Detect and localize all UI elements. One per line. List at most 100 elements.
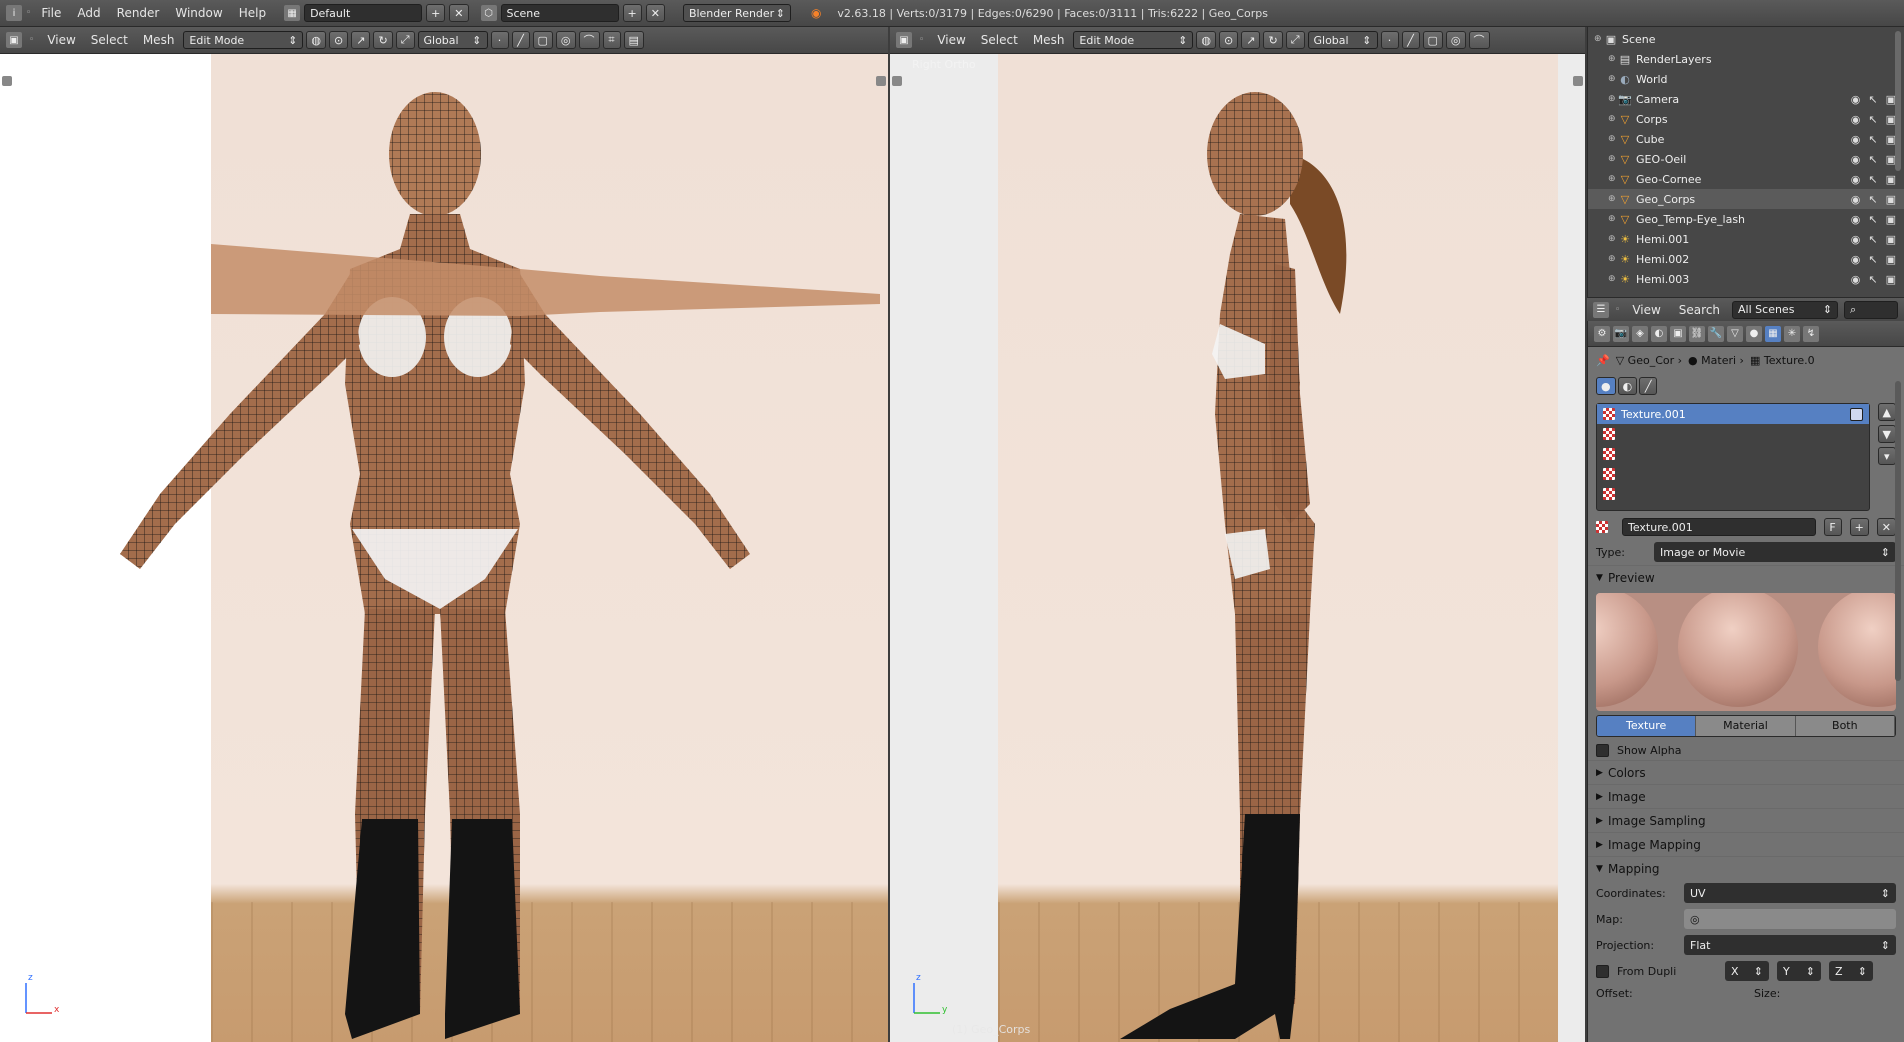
rotate-manipulator-button[interactable]: ↻ [373,31,393,49]
add-layout-button[interactable]: + [426,4,446,22]
texture-tab-icon[interactable]: ▦ [1765,325,1781,342]
from-dupli-checkbox[interactable] [1596,964,1609,978]
front-viewport[interactable]: z x [0,54,888,1042]
cursor-icon[interactable]: ↖ [1868,253,1877,266]
outliner-item[interactable]: ⊕ ▣ Scene [1588,29,1904,49]
pin-icon[interactable]: 📌 [1596,354,1610,367]
outliner-menu-search[interactable]: Search [1673,303,1726,317]
outliner-item[interactable]: ⊕ ☀ Hemi.002 ◉ ↖ ▣ [1588,249,1904,269]
region-toggle-icon[interactable] [876,76,886,86]
info-editor-icon[interactable]: i [6,5,22,21]
object-tab-icon[interactable]: ▣ [1670,325,1686,342]
edge-select-button[interactable]: ╱ [1401,31,1420,49]
eye-icon[interactable]: ◉ [1851,273,1861,286]
use-texture-checkbox[interactable] [1849,407,1863,421]
layout-field[interactable]: Default [304,4,423,22]
editor-type-icon[interactable]: ⚙ [1594,325,1610,342]
preview-texture-button[interactable]: Texture [1597,716,1697,736]
face-select-button[interactable]: ▢ [1422,31,1443,49]
move-slot-up-button[interactable]: ▲ [1877,403,1896,421]
editor-type-icon[interactable]: ▣ [6,32,22,48]
outliner-item[interactable]: ⊕ ▤ RenderLayers [1588,49,1904,69]
expand-toggle-icon[interactable]: ⊕ [1608,74,1618,84]
outliner-item[interactable]: ⊕ ▽ Geo-Cornee ◉ ↖ ▣ [1588,169,1904,189]
outliner-item[interactable]: ⊕ ▽ Cube ◉ ↖ ▣ [1588,129,1904,149]
scale-manipulator-button[interactable]: ⤢ [1285,31,1305,49]
eye-icon[interactable]: ◉ [1851,233,1861,246]
snap-button[interactable]: ⌗ [602,31,621,49]
uv-map-field[interactable]: ◎ [1684,909,1896,929]
texture-slot-5[interactable] [1597,484,1869,504]
render-icon[interactable]: ▣ [1886,273,1896,286]
constraints-tab-icon[interactable]: ⛓ [1689,325,1705,342]
outliner-item[interactable]: ⊕ ▽ GEO-Oeil ◉ ↖ ▣ [1588,149,1904,169]
coordinates-select[interactable]: UV ⇕ [1684,883,1896,903]
menu-select[interactable]: Select [85,33,134,47]
cursor-icon[interactable]: ↖ [1868,233,1877,246]
pivot-button[interactable]: ⊙ [329,31,349,49]
menu-file[interactable]: File [35,6,67,20]
expand-toggle-icon[interactable]: ⊕ [1608,174,1618,184]
expand-toggle-icon[interactable]: ⊕ [1608,214,1618,224]
render-icon[interactable]: ▣ [1886,193,1896,206]
outliner-item[interactable]: ⊕ ▽ Geo_Corps ◉ ↖ ▣ [1588,189,1904,209]
menu-window[interactable]: Window [169,6,228,20]
world-context-button[interactable]: ◐ [1617,377,1638,395]
eye-icon[interactable]: ◉ [1851,153,1861,166]
face-select-button[interactable]: ▢ [532,31,553,49]
expand-toggle-icon[interactable]: ⊕ [1608,94,1618,104]
cursor-icon[interactable]: ↖ [1868,133,1877,146]
render-icon[interactable]: ▣ [1886,213,1896,226]
show-alpha-checkbox[interactable] [1596,744,1609,757]
collapse-icon[interactable]: ◦ [1615,305,1620,315]
outliner-menu-view[interactable]: View [1626,303,1666,317]
outliner-scrollbar[interactable] [1895,31,1901,171]
texture-slot-3[interactable] [1597,444,1869,464]
scene-selector-icon[interactable]: ⬡ [480,5,497,21]
expand-toggle-icon[interactable]: ⊕ [1608,134,1618,144]
world-tab-icon[interactable]: ◐ [1651,325,1667,342]
breadcrumb-object[interactable]: ▽ Geo_Cor › [1616,354,1682,367]
texture-slot-2[interactable] [1597,424,1869,444]
cursor-icon[interactable]: ↖ [1868,173,1877,186]
menu-help[interactable]: Help [233,6,272,20]
editor-type-icon[interactable]: ☰ [1593,301,1609,318]
scene-field[interactable]: Scene [500,4,619,22]
pivot-button[interactable]: ⊙ [1219,31,1239,49]
menu-mesh[interactable]: Mesh [137,33,181,47]
material-tab-icon[interactable]: ● [1746,325,1762,342]
mode-select[interactable]: Edit Mode ⇕ [183,31,304,49]
add-scene-button[interactable]: + [622,4,642,22]
outliner-search-input[interactable]: ⌕ [1844,300,1898,319]
menu-view[interactable]: View [931,33,971,47]
fake-user-button[interactable]: F [1823,518,1842,536]
image-mapping-panel-header[interactable]: ▶ Image Mapping [1588,832,1904,856]
cursor-icon[interactable]: ↖ [1868,193,1877,206]
edge-select-button[interactable]: ╱ [511,31,530,49]
slot-specials-button[interactable]: ▾ [1877,447,1896,465]
expand-toggle-icon[interactable]: ⊕ [1608,274,1618,284]
vertex-select-button[interactable]: · [1380,31,1399,49]
render-tab-icon[interactable]: 📷 [1613,325,1629,342]
texture-slot-1[interactable]: Texture.001 [1597,404,1869,424]
editor-type-icon[interactable]: ▣ [896,32,912,48]
menu-add[interactable]: Add [71,6,106,20]
scene-tab-icon[interactable]: ◈ [1632,325,1648,342]
collapse-icon[interactable]: ◦ [26,8,31,18]
breadcrumb-texture[interactable]: ▦ Texture.0 [1750,354,1815,367]
mode-select[interactable]: Edit Mode ⇕ [1073,31,1194,49]
collapse-icon[interactable]: ◦ [919,35,924,45]
colors-panel-header[interactable]: ▶ Colors [1588,760,1904,784]
rotate-manipulator-button[interactable]: ↻ [1263,31,1283,49]
eye-icon[interactable]: ◉ [1851,93,1861,106]
texture-checker-icon[interactable] [1596,521,1608,533]
outliner-item[interactable]: ⊕ ☀ Hemi.003 ◉ ↖ ▣ [1588,269,1904,289]
proportional-edit-button[interactable]: ◎ [1445,31,1466,49]
menu-render[interactable]: Render [111,6,166,20]
outliner-item[interactable]: ⊕ ◐ World [1588,69,1904,89]
map-z-select[interactable]: Z ⇕ [1829,961,1873,981]
modifiers-tab-icon[interactable]: 🔧 [1708,325,1724,342]
physics-tab-icon[interactable]: ↯ [1803,325,1819,342]
region-toggle-icon[interactable] [2,76,12,86]
image-sampling-panel-header[interactable]: ▶ Image Sampling [1588,808,1904,832]
